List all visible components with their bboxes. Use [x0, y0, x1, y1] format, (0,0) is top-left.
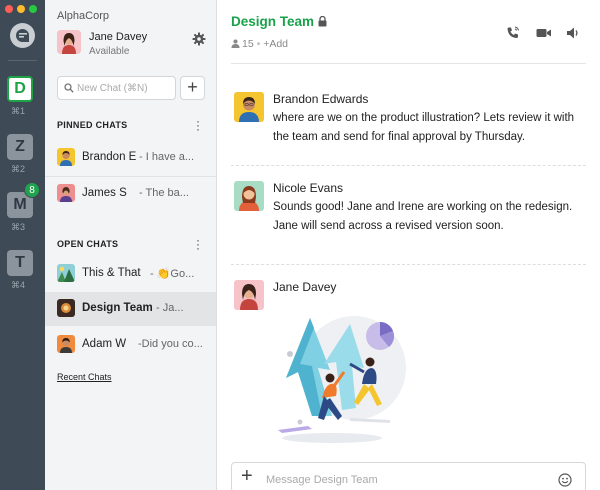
search-icon — [64, 83, 74, 93]
minimize-window-button[interactable] — [17, 5, 25, 13]
chat-name: James S — [82, 187, 127, 199]
member-count[interactable]: 15 — [242, 38, 254, 50]
workspace-rail: D ⌘1 Z ⌘2 M 8 ⌘3 T ⌘4 — [0, 0, 45, 490]
brandon-edwards-avatar[interactable] — [234, 92, 264, 122]
new-chat-input[interactable] — [77, 80, 173, 96]
chat-name: This & That — [82, 267, 141, 279]
user-status[interactable]: Available — [89, 46, 129, 57]
unread-badge: 8 — [24, 182, 40, 198]
pinned-kebab-icon[interactable]: · · · — [196, 115, 200, 135]
workspace-z-button[interactable]: Z — [7, 134, 33, 160]
workspace-d-shortcut: ⌘1 — [11, 106, 26, 116]
pinned-chats-heading: PINNED CHATS — [57, 120, 128, 130]
chat-preview: -Did you co... — [138, 338, 203, 350]
brandon-avatar — [57, 148, 75, 166]
adam-avatar — [57, 335, 75, 353]
chat-row-james[interactable]: James S - The ba... — [45, 177, 216, 211]
member-info: 15 • +Add — [231, 38, 288, 50]
jane-davey-avatar[interactable] — [234, 280, 264, 310]
message-author[interactable]: Jane Davey — [273, 280, 336, 294]
person-icon — [231, 39, 240, 48]
chat-row-adam[interactable]: Adam W -Did you co... — [45, 328, 216, 362]
chat-name: Brandon E — [82, 151, 137, 163]
message-separator — [231, 165, 586, 166]
james-avatar — [57, 184, 75, 202]
window-controls — [5, 5, 37, 13]
message-author[interactable]: Brandon Edwards — [273, 92, 368, 106]
message-composer[interactable]: + — [231, 462, 586, 490]
new-chat-search[interactable] — [57, 76, 176, 100]
workspace-m-shortcut: ⌘3 — [11, 222, 26, 232]
phone-icon[interactable] — [506, 26, 520, 40]
design-team-avatar — [57, 299, 75, 317]
header-divider — [231, 63, 586, 64]
shared-illustration-image[interactable] — [272, 306, 412, 446]
workspace-t-button[interactable]: T — [7, 250, 33, 276]
message-text: where are we on the product illustration… — [273, 112, 575, 143]
attach-plus-button[interactable]: + — [241, 466, 253, 486]
chat-preview: - 👏Go... — [150, 268, 195, 280]
channel-title[interactable]: Design Team — [231, 14, 314, 29]
rail-divider — [8, 60, 37, 61]
message-author[interactable]: Nicole Evans — [273, 181, 343, 195]
conversation-pane: Design Team 15 • +Add Brandon Edwards wh… — [217, 0, 600, 490]
chat-name: Design Team — [82, 302, 153, 314]
zoom-window-button[interactable] — [29, 5, 37, 13]
org-name: AlphaCorp — [57, 10, 109, 22]
chat-preview: - Ja... — [156, 302, 184, 314]
chat-row-this-and-that[interactable]: This & That - 👏Go... — [45, 257, 216, 291]
chat-row-brandon[interactable]: Brandon E - I have a... — [45, 141, 216, 175]
lock-icon — [318, 16, 327, 27]
workspace-t-shortcut: ⌘4 — [11, 280, 26, 290]
user-name: Jane Davey — [89, 31, 148, 43]
close-window-button[interactable] — [5, 5, 13, 13]
open-kebab-icon[interactable]: · · · — [196, 234, 200, 254]
workspace-z-shortcut: ⌘2 — [11, 164, 26, 174]
emoji-icon[interactable] — [558, 473, 572, 487]
message-text: Sounds good! Jane and Irene are working … — [273, 201, 573, 232]
chat-preview: - The ba... — [139, 187, 189, 199]
chat-name: Adam W — [82, 338, 127, 350]
open-chats-heading: OPEN CHATS — [57, 239, 119, 249]
message-separator — [231, 264, 586, 265]
add-member-button[interactable]: +Add — [263, 38, 288, 50]
chat-name-bold: Design Team — [82, 302, 153, 314]
workspace-d-button[interactable]: D — [7, 76, 33, 102]
recent-chats-link[interactable]: Recent Chats — [57, 372, 112, 382]
chat-row-design-team[interactable]: Design Team - Ja... — [45, 292, 216, 326]
add-chat-button[interactable]: + — [180, 76, 205, 100]
speaker-icon[interactable] — [566, 26, 581, 40]
user-avatar[interactable] — [57, 30, 81, 54]
gear-icon[interactable] — [192, 32, 206, 46]
flock-logo-icon[interactable] — [10, 23, 35, 48]
this-and-that-avatar — [57, 264, 75, 282]
chat-preview: - I have a... — [139, 151, 195, 163]
message-input[interactable] — [266, 472, 536, 488]
chat-list-sidebar: AlphaCorp Jane Davey Available New Chat … — [45, 0, 217, 490]
video-icon[interactable] — [536, 26, 552, 40]
nicole-evans-avatar[interactable] — [234, 181, 264, 211]
